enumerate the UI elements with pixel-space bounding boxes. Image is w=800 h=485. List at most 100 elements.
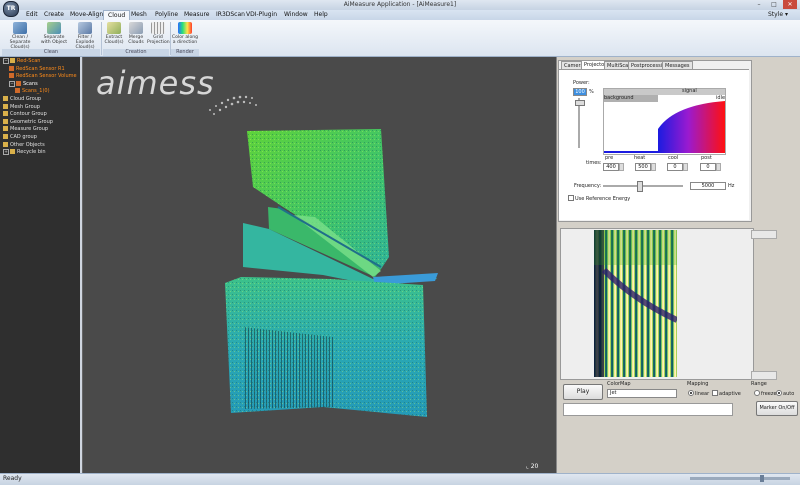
heat-label: heat [634, 155, 646, 161]
extract-cloud-button[interactable]: Extract Cloud(s) [103, 22, 125, 48]
grid-projection-button[interactable]: Grid Projection [147, 22, 170, 48]
merge-clouds-icon [129, 22, 143, 34]
minimize-button[interactable]: – [752, 0, 766, 9]
pre-label: pre [605, 155, 614, 161]
menu-measure[interactable]: Measure [180, 10, 214, 20]
power-input[interactable]: 100 [573, 88, 587, 96]
tree-item[interactable]: Mesh Group [3, 103, 40, 111]
marker-toggle-button[interactable]: Marker On/Off [756, 401, 798, 416]
style-menu[interactable]: Style ▾ [768, 10, 788, 20]
folder-icon [15, 88, 20, 94]
tree-item-label: CAD group [10, 134, 37, 140]
frequency-slider-handle[interactable] [637, 181, 643, 192]
post-input[interactable]: 0 [700, 163, 716, 171]
merge-clouds-button[interactable]: Merge Clouds [126, 22, 146, 48]
menu-window[interactable]: Window [280, 10, 312, 20]
tree-item[interactable]: − Red-Scan [3, 58, 40, 65]
close-button[interactable]: ✕ [783, 0, 797, 9]
heat-input[interactable]: 500 [635, 163, 651, 171]
tree-item-label: Contour Group [10, 111, 47, 118]
menu-vdi-plugin[interactable]: VDI-Plugin [242, 10, 281, 20]
message-field[interactable] [563, 403, 733, 416]
tree-item[interactable]: CAD group [3, 134, 37, 141]
cool-input[interactable]: 0 [667, 163, 683, 171]
reference-energy-check-icon [568, 195, 574, 201]
frequency-label: Frequency: [574, 183, 602, 189]
menu-move-align[interactable]: Move-Align [66, 10, 107, 20]
tree-item[interactable]: Contour Group [3, 111, 47, 118]
tree-expander-icon[interactable]: − [9, 80, 15, 87]
tree-item-label: RedScan Sensor R1 [16, 65, 65, 72]
folder-icon [10, 58, 15, 63]
3d-viewport[interactable] [82, 57, 556, 473]
color-direction-button[interactable]: Color along a direction [171, 22, 199, 48]
tree-item-label: Other Objects [10, 141, 45, 148]
pre-input[interactable]: 400 [603, 163, 619, 171]
clean-separate-button[interactable]: Clean / Separate Cloud(s) [2, 22, 38, 50]
tree-item[interactable]: Geometric Group [3, 118, 53, 126]
tree-item[interactable]: Other Objects [3, 141, 45, 149]
menu-mesh[interactable]: Mesh [127, 10, 151, 20]
merge-clouds-label: Merge Clouds [128, 35, 144, 45]
radio-selected-icon [688, 390, 694, 396]
tree-item[interactable]: Measure Group [3, 126, 48, 133]
menu-create[interactable]: Create [40, 10, 68, 20]
maximize-button[interactable]: □ [767, 0, 781, 9]
folder-icon [9, 65, 14, 71]
tree-item-label: Geometric Group [10, 118, 53, 125]
reference-energy-label: Use Reference Energy [575, 196, 631, 202]
tree-item-label: Scans_1(0) [22, 88, 50, 95]
tree-item[interactable]: Scans_1(0) [15, 88, 50, 95]
post-spinner[interactable] [716, 163, 721, 171]
tree-item-label: Red-Scan [17, 58, 41, 64]
power-slider-handle[interactable] [575, 100, 585, 106]
tree-item[interactable]: Cloud Group [3, 96, 41, 103]
mapping-linear-radio[interactable]: linear [688, 390, 709, 397]
frequency-input[interactable]: 5000 [690, 182, 726, 190]
range-freeze-radio[interactable]: freeze [754, 390, 777, 397]
status-text: Ready [3, 475, 22, 482]
extract-cloud-icon [107, 22, 121, 34]
tree-item[interactable]: RedScan Sensor R1 [9, 65, 65, 73]
frequency-unit: Hz [728, 183, 735, 189]
clean-separate-label: Clean / Separate Cloud(s) [9, 35, 31, 50]
range-auto-radio[interactable]: auto [776, 390, 794, 397]
post-label: post [701, 155, 712, 161]
group-clean: Clean [2, 49, 100, 56]
tree-item[interactable]: + Recycle bin [3, 149, 46, 156]
folder-icon [3, 96, 8, 101]
cool-label: cool [668, 155, 679, 161]
menu-edit[interactable]: Edit [22, 10, 42, 20]
grid-projection-icon [151, 22, 165, 34]
app-logo-icon[interactable]: TR [3, 1, 19, 17]
power-unit: % [589, 89, 594, 95]
tree-item-label: Recycle bin [17, 149, 46, 156]
extract-cloud-label: Extract Cloud(s) [104, 35, 124, 45]
colormap-select[interactable]: Jet [607, 389, 677, 398]
status-bar [0, 473, 800, 485]
zoom-slider[interactable] [690, 477, 790, 480]
point-cloud-view[interactable] [83, 57, 556, 473]
menu-polyline[interactable]: Polyline [151, 10, 182, 20]
tree-expander-icon[interactable]: + [3, 149, 9, 156]
frequency-slider-track[interactable] [603, 185, 683, 187]
filter-explode-button[interactable]: Filter / Explode Cloud(s) [70, 22, 100, 50]
play-button[interactable]: Play [563, 384, 603, 400]
color-direction-icon [178, 22, 192, 34]
preview-max-field[interactable] [751, 230, 777, 239]
fringe-top-tint [594, 230, 677, 265]
zoom-slider-handle[interactable] [760, 475, 764, 482]
heat-spinner[interactable] [651, 163, 656, 171]
preview-min-field[interactable] [751, 371, 777, 380]
menu-help[interactable]: Help [310, 10, 332, 20]
tree-item[interactable]: − Scans [9, 80, 38, 88]
separate-with-object-button[interactable]: Separate with Object [40, 22, 68, 48]
pre-spinner[interactable] [619, 163, 624, 171]
tree-expander-icon[interactable]: − [3, 58, 9, 64]
mapping-adaptive-radio[interactable]: adaptive [712, 390, 741, 397]
folder-icon [3, 141, 8, 147]
reference-energy-checkbox[interactable]: Use Reference Energy [568, 195, 630, 202]
tree-item[interactable]: RedScan Sensor Volume [9, 73, 77, 80]
cool-spinner[interactable] [683, 163, 688, 171]
checkbox-icon [712, 390, 718, 396]
